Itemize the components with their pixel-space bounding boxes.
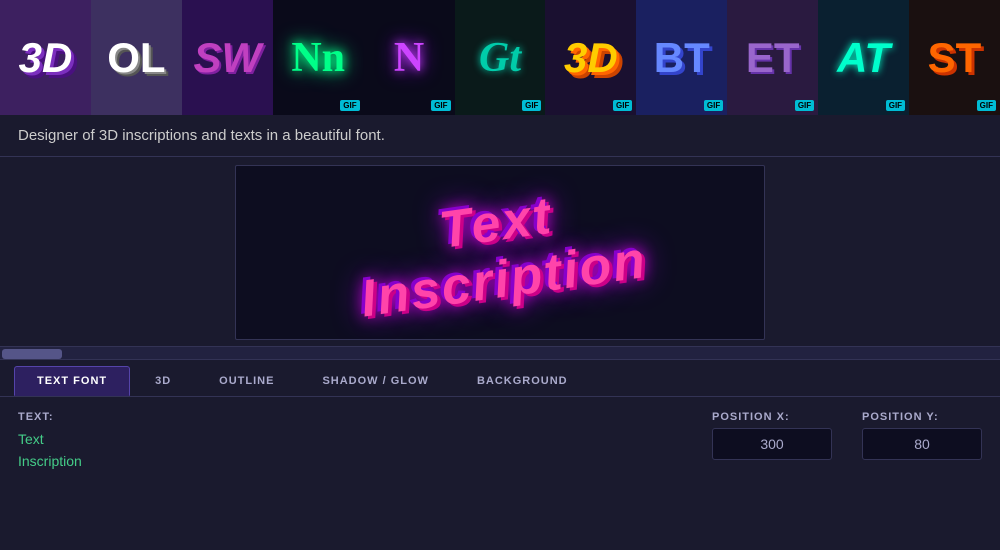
- scrollbar-area[interactable]: [0, 346, 1000, 360]
- tab-text-font[interactable]: TEXT FONT: [14, 366, 130, 396]
- gif-badge-11: GIF: [977, 100, 996, 111]
- gallery-item-2[interactable]: OL: [91, 0, 182, 115]
- gallery-item-label-3: SW: [182, 0, 273, 115]
- gallery-item-6[interactable]: Gt GIF: [455, 0, 546, 115]
- gallery-item-11[interactable]: ST GIF: [909, 0, 1000, 115]
- settings-row: TEXT: Text Inscription POSITION X: POSIT…: [0, 397, 1000, 487]
- canvas-area: Text Inscription: [235, 165, 765, 340]
- tab-shadow-glow[interactable]: SHADOW / GLOW: [299, 366, 452, 396]
- gif-badge-9: GIF: [795, 100, 814, 111]
- gif-badge-4: GIF: [340, 100, 359, 111]
- gif-badge-8: GIF: [704, 100, 723, 111]
- text-field-group: TEXT: Text Inscription: [18, 411, 82, 473]
- gallery-item-label-1: 3D: [0, 0, 91, 115]
- gallery-item-label-10: AT: [818, 0, 909, 115]
- gif-badge-7: GIF: [613, 100, 632, 111]
- text-field-label: TEXT:: [18, 411, 82, 423]
- text-line2: Inscription: [18, 453, 82, 469]
- tabs-row: TEXT FONT 3D OUTLINE SHADOW / GLOW BACKG…: [0, 360, 1000, 397]
- position-x-input[interactable]: [712, 428, 832, 460]
- tab-background[interactable]: BACKGROUND: [454, 366, 591, 396]
- gif-badge-5: GIF: [431, 100, 450, 111]
- scrollbar-thumb[interactable]: [2, 349, 62, 359]
- gallery-item-8[interactable]: BT GIF: [636, 0, 727, 115]
- gallery-item-label-5: N: [364, 0, 455, 115]
- position-y-group: POSITION Y:: [862, 411, 982, 460]
- text-field-value: Text Inscription: [18, 428, 82, 473]
- gallery-item-label-8: BT: [636, 0, 727, 115]
- gallery-item-3[interactable]: SW: [182, 0, 273, 115]
- gallery-item-9[interactable]: ET GIF: [727, 0, 818, 115]
- gallery-item-label-11: ST: [909, 0, 1000, 115]
- position-x-label: POSITION X:: [712, 411, 832, 423]
- gallery-item-label-9: ET: [727, 0, 818, 115]
- gallery-item-label-4: Nn: [273, 0, 364, 115]
- gallery-item-label-6: Gt: [455, 0, 546, 115]
- gif-badge-6: GIF: [522, 100, 541, 111]
- gallery-item-4[interactable]: Nn GIF: [273, 0, 364, 115]
- gallery-item-10[interactable]: AT GIF: [818, 0, 909, 115]
- gallery-item-1[interactable]: 3D: [0, 0, 91, 115]
- tab-outline[interactable]: OUTLINE: [196, 366, 297, 396]
- description-bar: Designer of 3D inscriptions and texts in…: [0, 115, 1000, 157]
- position-y-label: POSITION Y:: [862, 411, 982, 423]
- position-y-input[interactable]: [862, 428, 982, 460]
- canvas-text-container: Text Inscription: [350, 176, 651, 329]
- position-x-group: POSITION X:: [712, 411, 832, 460]
- gallery-item-label-2: OL: [91, 0, 182, 115]
- gallery-item-7[interactable]: 3D GIF: [545, 0, 636, 115]
- gallery-item-5[interactable]: N GIF: [364, 0, 455, 115]
- tab-3d[interactable]: 3D: [132, 366, 194, 396]
- description-text: Designer of 3D inscriptions and texts in…: [18, 127, 385, 144]
- canvas-wrapper: Text Inscription: [0, 157, 1000, 346]
- text-line1: Text: [18, 431, 44, 447]
- style-gallery: 3D OL SW Nn GIF N GIF Gt GIF 3D GIF BT G…: [0, 0, 1000, 115]
- gallery-item-label-7: 3D: [545, 0, 636, 115]
- gif-badge-10: GIF: [886, 100, 905, 111]
